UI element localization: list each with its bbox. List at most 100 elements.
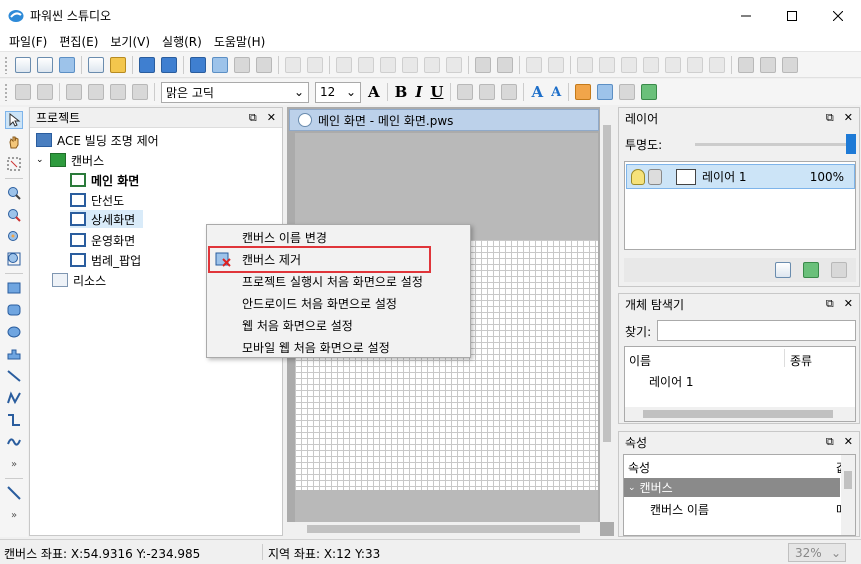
vertical-scroll-thumb[interactable]: [844, 471, 852, 489]
lock-icon[interactable]: [648, 168, 662, 185]
zoom-in-icon[interactable]: [5, 184, 23, 202]
text-align-right-icon[interactable]: [501, 84, 518, 100]
align-left-icon[interactable]: [577, 56, 593, 73]
horizontal-scroll-thumb[interactable]: [643, 410, 833, 418]
menu-file[interactable]: 파일(F): [3, 33, 53, 50]
property-category-row[interactable]: ⌄ 캔버스: [624, 478, 840, 497]
send-back-icon[interactable]: [760, 56, 776, 73]
canvas-vertical-scrollbar[interactable]: [600, 107, 614, 522]
menu-set-mobile-web-start[interactable]: 모바일 웹 처음 화면으로 설정: [242, 336, 390, 358]
line-style-icon[interactable]: [88, 84, 104, 100]
object-list-hscrollbar[interactable]: [625, 407, 855, 421]
pin-icon[interactable]: ⧉: [826, 297, 834, 311]
pin-icon[interactable]: ⧉: [826, 435, 834, 449]
text-align-center-icon[interactable]: [479, 84, 496, 100]
line-color-icon[interactable]: [37, 84, 53, 100]
line-width-icon[interactable]: [66, 84, 82, 100]
zoom-fit-icon[interactable]: [5, 228, 23, 246]
polygon-tool-icon[interactable]: [5, 345, 23, 363]
zoom-out-icon[interactable]: [5, 206, 23, 224]
arrow-end-icon[interactable]: [132, 84, 148, 100]
toolbox-more-icon[interactable]: »: [5, 506, 23, 524]
chevron-down-icon[interactable]: ⌄: [628, 483, 636, 493]
pin-icon[interactable]: ⧉: [826, 111, 834, 125]
new-canvas-icon[interactable]: [37, 56, 53, 73]
find-input[interactable]: [657, 320, 856, 341]
run-icon[interactable]: [641, 84, 658, 100]
delete-layer-icon[interactable]: [831, 262, 847, 278]
sync-icon[interactable]: [597, 84, 614, 100]
order-icon[interactable]: [782, 56, 798, 73]
capture-icon[interactable]: [234, 56, 250, 73]
save-all-icon[interactable]: [161, 56, 177, 73]
underline-button[interactable]: U: [430, 83, 443, 101]
zoom-select[interactable]: 32% ⌄: [788, 543, 846, 562]
font-family-select[interactable]: 맑은 고딕 ⌄: [161, 81, 309, 103]
line-tool-icon[interactable]: [5, 367, 23, 385]
visibility-bulb-icon[interactable]: [631, 168, 645, 185]
arrow-start-icon[interactable]: [110, 84, 126, 100]
canvas-horizontal-scrollbar[interactable]: [287, 522, 600, 536]
menu-help[interactable]: 도움말(H): [208, 33, 272, 50]
tree-canvas-item[interactable]: 상세화면: [70, 210, 144, 228]
menu-rename-canvas[interactable]: 캔버스 이름 변경: [242, 226, 327, 248]
delete-icon[interactable]: [358, 56, 374, 73]
maximize-button[interactable]: [769, 0, 815, 31]
tree-canvas-item[interactable]: 운영화면: [70, 231, 135, 249]
align-bottom-icon[interactable]: [687, 56, 703, 73]
panel-close-icon[interactable]: ✕: [844, 297, 853, 311]
pointer-tool-icon[interactable]: [5, 111, 23, 129]
toolbar-grip[interactable]: [4, 55, 8, 74]
diagonal-line-tool-icon[interactable]: [5, 484, 23, 502]
align-center-icon[interactable]: [599, 56, 615, 73]
save-icon[interactable]: [139, 56, 155, 73]
refresh-icon[interactable]: [575, 84, 592, 100]
align-middle-icon[interactable]: [665, 56, 681, 73]
align-right-icon[interactable]: [621, 56, 637, 73]
open-template-icon[interactable]: [88, 56, 104, 73]
rectangle-tool-icon[interactable]: [5, 279, 23, 297]
tree-project-root[interactable]: ACE 빌딩 조명 제어: [36, 131, 159, 149]
document-tab[interactable]: 메인 화면 - 메인 화면.pws: [289, 109, 599, 131]
column-header-name[interactable]: 이름: [629, 352, 651, 369]
zoom-area-icon[interactable]: [5, 155, 23, 173]
property-grid-scrollbar[interactable]: [841, 455, 855, 535]
toolbox-more-icon[interactable]: »: [5, 455, 23, 473]
deploy-icon[interactable]: [190, 56, 206, 73]
bring-front-icon[interactable]: [738, 56, 754, 73]
font-size-select[interactable]: 12 ⌄: [315, 81, 361, 103]
new-window-icon[interactable]: [59, 56, 75, 73]
menu-set-android-start[interactable]: 안드로이드 처음 화면으로 설정: [242, 292, 397, 314]
column-divider[interactable]: [784, 349, 785, 367]
fill-color-icon[interactable]: [15, 84, 31, 100]
vertical-scroll-thumb[interactable]: [603, 125, 611, 442]
font-grow-button[interactable]: A: [531, 83, 543, 101]
new-project-icon[interactable]: [15, 56, 31, 73]
curve-tool-icon[interactable]: [5, 433, 23, 451]
panel-close-icon[interactable]: ✕: [267, 111, 276, 125]
close-button[interactable]: [815, 0, 861, 31]
object-row-name[interactable]: 레이어 1: [649, 373, 694, 390]
panel-close-icon[interactable]: ✕: [844, 111, 853, 125]
layer-row[interactable]: 레이어 1 100%: [626, 164, 855, 189]
menu-remove-canvas[interactable]: 캔버스 제거: [242, 248, 301, 270]
clone-icon[interactable]: [446, 56, 462, 73]
align-top-icon[interactable]: [643, 56, 659, 73]
font-color-button[interactable]: A: [368, 83, 380, 101]
italic-button[interactable]: I: [415, 83, 422, 101]
tree-canvas-folder[interactable]: ⌄ 캔버스: [36, 151, 104, 169]
group-icon[interactable]: [475, 56, 491, 73]
duplicate-icon[interactable]: [424, 56, 440, 73]
text-align-left-icon[interactable]: [457, 84, 474, 100]
paste-icon[interactable]: [402, 56, 418, 73]
open-folder-icon[interactable]: [110, 56, 126, 73]
column-header-type[interactable]: 종류: [790, 352, 812, 369]
copy-icon[interactable]: [380, 56, 396, 73]
duplicate-layer-icon[interactable]: [803, 262, 819, 278]
tree-canvas-item[interactable]: 단선도: [70, 191, 124, 209]
tree-canvas-item[interactable]: 범례_팝업: [70, 251, 141, 269]
hand-tool-icon[interactable]: [5, 133, 23, 151]
panel-close-icon[interactable]: ✕: [844, 435, 853, 449]
redo-icon[interactable]: [307, 56, 323, 73]
bold-button[interactable]: B: [395, 83, 408, 101]
